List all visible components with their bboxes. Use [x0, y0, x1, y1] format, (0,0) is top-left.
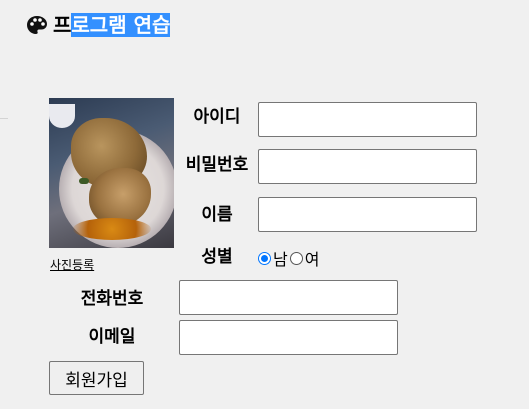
- password-label: 비밀번호: [185, 155, 249, 175]
- gender-radio-male[interactable]: [258, 251, 271, 265]
- title-selected-text: 로그램 연습: [71, 13, 171, 37]
- password-input[interactable]: [258, 149, 477, 184]
- id-input[interactable]: [258, 102, 477, 137]
- divider: [0, 118, 8, 119]
- phone-label: 전화번호: [80, 289, 144, 309]
- palette-icon: [26, 14, 48, 36]
- title-prefix: 프: [53, 13, 72, 37]
- page-header: 프로그램 연습: [26, 8, 171, 42]
- gender-option-male-label: 남: [273, 250, 288, 269]
- signup-button[interactable]: 회원가입: [49, 361, 144, 395]
- email-input[interactable]: [179, 320, 398, 355]
- email-label: 이메일: [88, 327, 136, 347]
- profile-photo: [49, 98, 174, 248]
- gender-option-female-label: 여: [304, 250, 320, 269]
- id-label: 아이디: [193, 107, 241, 127]
- page-title: 프로그램 연습: [53, 8, 171, 42]
- gender-radio-group: 남 여: [258, 246, 321, 270]
- photo-upload-link[interactable]: 사진등록: [50, 256, 94, 273]
- gender-label: 성별: [201, 247, 233, 267]
- name-label: 이름: [201, 205, 233, 225]
- name-input[interactable]: [258, 197, 477, 232]
- gender-radio-female[interactable]: [289, 251, 303, 265]
- phone-input[interactable]: [179, 280, 398, 315]
